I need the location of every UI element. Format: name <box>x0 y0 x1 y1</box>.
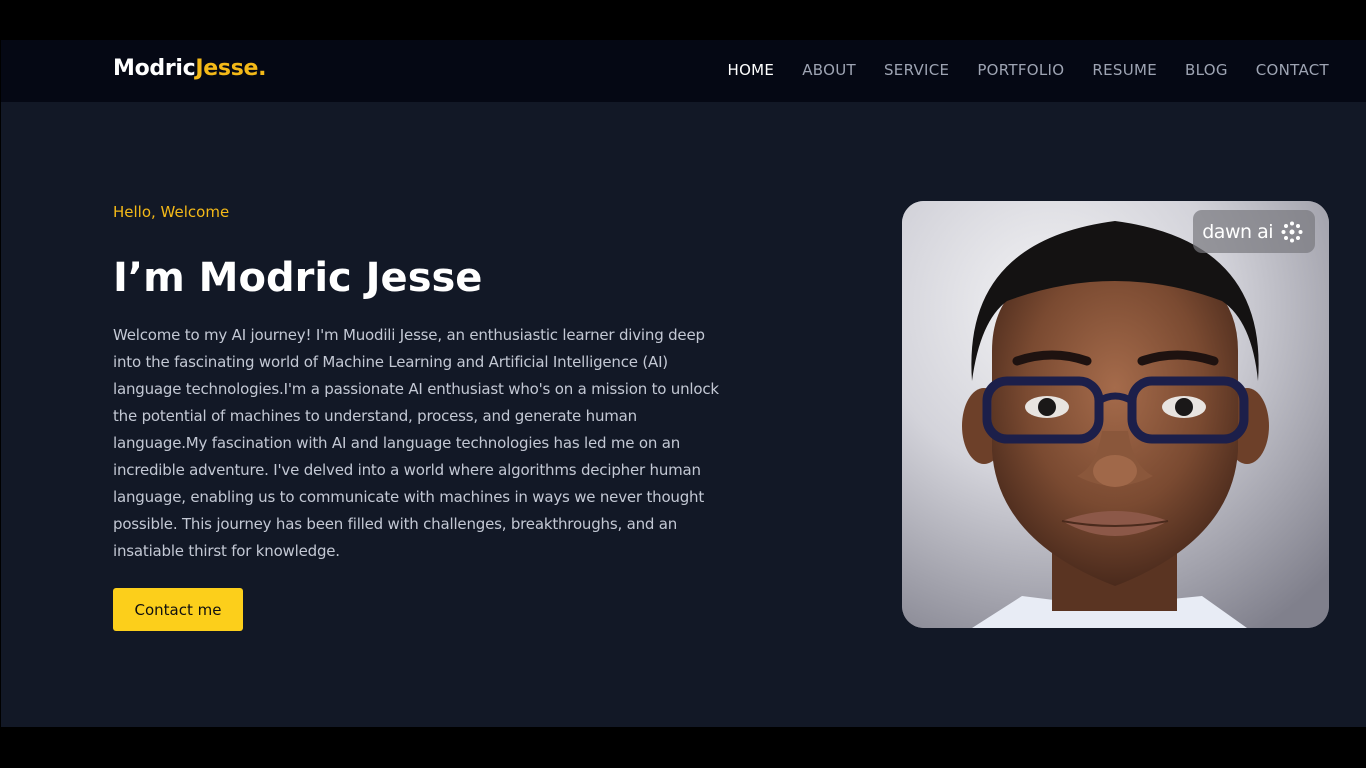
nav-item-home[interactable]: HOME <box>728 61 775 79</box>
nav-item-contact[interactable]: CONTACT <box>1256 61 1329 79</box>
watermark-text: dawn ai <box>1202 220 1273 243</box>
hero-headline: I’m Modric Jesse <box>113 255 483 301</box>
nav-item-service[interactable]: SERVICE <box>884 61 949 79</box>
hero-bio: Welcome to my AI journey! I'm Muodili Je… <box>113 326 719 560</box>
page-frame: ModricJesse. HOME ABOUT SERVICE PORTFOLI… <box>0 0 1366 768</box>
profile-portrait: dawn ai <box>902 201 1329 628</box>
contact-me-button[interactable]: Contact me <box>113 588 243 631</box>
sparkle-ring-icon <box>1281 221 1303 242</box>
nav-item-resume[interactable]: RESUME <box>1092 61 1157 79</box>
logo-name-second: Jesse. <box>195 56 267 81</box>
nav-item-about[interactable]: ABOUT <box>802 61 856 79</box>
nav-item-blog[interactable]: BLOG <box>1185 61 1228 79</box>
portrait-illustration <box>902 201 1329 628</box>
nav-item-portfolio[interactable]: PORTFOLIO <box>977 61 1064 79</box>
logo-name-first: Modric <box>113 56 196 81</box>
main-nav: HOME ABOUT SERVICE PORTFOLIO RESUME BLOG… <box>728 61 1330 79</box>
dawn-ai-watermark: dawn ai <box>1193 210 1315 253</box>
bottom-bar <box>0 727 1366 768</box>
hero-eyebrow: Hello, Welcome <box>113 203 230 221</box>
site-logo[interactable]: ModricJesse. <box>113 56 266 81</box>
